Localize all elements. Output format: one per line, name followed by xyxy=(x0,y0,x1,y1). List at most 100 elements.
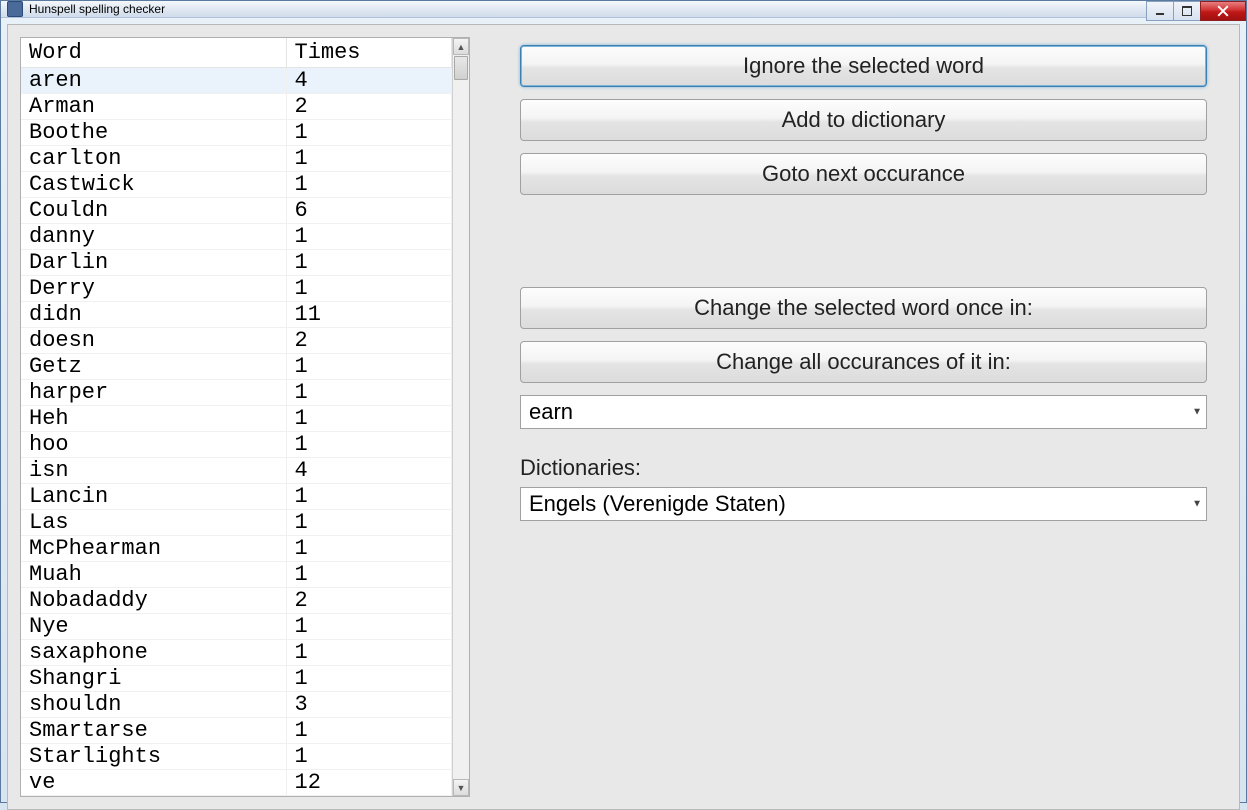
word-table[interactable]: Word Times aren4Arman2Boothe1carlton1Cas… xyxy=(21,38,452,796)
table-row[interactable]: Las1 xyxy=(21,510,452,536)
scroll-up-button[interactable]: ▲ xyxy=(453,38,469,55)
cell-times: 1 xyxy=(286,718,452,744)
table-row[interactable]: shouldn3 xyxy=(21,692,452,718)
close-icon xyxy=(1217,5,1229,17)
cell-word: Arman xyxy=(21,94,286,120)
cell-word: doesn xyxy=(21,328,286,354)
window-controls xyxy=(1147,1,1246,21)
table-row[interactable]: Heh1 xyxy=(21,406,452,432)
cell-word: Las xyxy=(21,510,286,536)
change-once-button[interactable]: Change the selected word once in: xyxy=(520,287,1207,329)
cell-times: 1 xyxy=(286,172,452,198)
table-row[interactable]: aren4 xyxy=(21,68,452,94)
dictionaries-label: Dictionaries: xyxy=(520,455,1207,481)
chevron-down-icon: ▼ xyxy=(1192,407,1202,418)
header-word[interactable]: Word xyxy=(21,38,286,68)
cell-word: Muah xyxy=(21,562,286,588)
scroll-down-button[interactable]: ▼ xyxy=(453,779,469,796)
table-row[interactable]: isn4 xyxy=(21,458,452,484)
add-to-dictionary-button[interactable]: Add to dictionary xyxy=(520,99,1207,141)
table-row[interactable]: carlton1 xyxy=(21,146,452,172)
table-row[interactable]: McPhearman1 xyxy=(21,536,452,562)
cell-word: Shangri xyxy=(21,666,286,692)
cell-times: 4 xyxy=(286,68,452,94)
cell-times: 2 xyxy=(286,328,452,354)
cell-word: Smartarse xyxy=(21,718,286,744)
cell-word: didn xyxy=(21,302,286,328)
cell-word: Derry xyxy=(21,276,286,302)
cell-times: 6 xyxy=(286,198,452,224)
cell-word: Couldn xyxy=(21,198,286,224)
table-row[interactable]: Lancin1 xyxy=(21,484,452,510)
table-row[interactable]: hoo1 xyxy=(21,432,452,458)
chevron-down-icon: ▼ xyxy=(1192,499,1202,510)
cell-word: McPhearman xyxy=(21,536,286,562)
table-row[interactable]: doesn2 xyxy=(21,328,452,354)
table-row[interactable]: Starlights1 xyxy=(21,744,452,770)
cell-times: 2 xyxy=(286,94,452,120)
minimize-button[interactable] xyxy=(1146,1,1174,21)
content-area: Word Times aren4Arman2Boothe1carlton1Cas… xyxy=(7,24,1240,810)
cell-times: 1 xyxy=(286,224,452,250)
cell-word: ve xyxy=(21,770,286,796)
actions-panel: Ignore the selected word Add to dictiona… xyxy=(520,37,1227,797)
table-row[interactable]: danny1 xyxy=(21,224,452,250)
close-button[interactable] xyxy=(1200,1,1246,21)
window-title: Hunspell spelling checker xyxy=(29,2,165,16)
cell-times: 1 xyxy=(286,484,452,510)
change-all-button[interactable]: Change all occurances of it in: xyxy=(520,341,1207,383)
cell-times: 1 xyxy=(286,614,452,640)
suggestion-combobox[interactable]: earn ▼ xyxy=(520,395,1207,429)
table-row[interactable]: Arman2 xyxy=(21,94,452,120)
table-row[interactable]: Getz1 xyxy=(21,354,452,380)
cell-times: 1 xyxy=(286,120,452,146)
cell-times: 1 xyxy=(286,510,452,536)
cell-word: Castwick xyxy=(21,172,286,198)
table-row[interactable]: didn11 xyxy=(21,302,452,328)
table-row[interactable]: ve12 xyxy=(21,770,452,796)
table-row[interactable]: Couldn6 xyxy=(21,198,452,224)
table-row[interactable]: Castwick1 xyxy=(21,172,452,198)
cell-times: 4 xyxy=(286,458,452,484)
cell-times: 2 xyxy=(286,588,452,614)
cell-times: 1 xyxy=(286,380,452,406)
ignore-button[interactable]: Ignore the selected word xyxy=(520,45,1207,87)
vertical-scrollbar[interactable]: ▲ ▼ xyxy=(452,38,469,796)
cell-word: Nye xyxy=(21,614,286,640)
table-row[interactable]: Derry1 xyxy=(21,276,452,302)
table-row[interactable]: saxaphone1 xyxy=(21,640,452,666)
table-row[interactable]: Smartarse1 xyxy=(21,718,452,744)
scroll-thumb[interactable] xyxy=(454,56,468,80)
dictionaries-value: Engels (Verenigde Staten) xyxy=(529,491,786,517)
word-list-panel: Word Times aren4Arman2Boothe1carlton1Cas… xyxy=(20,37,470,797)
table-row[interactable]: Muah1 xyxy=(21,562,452,588)
cell-word: Starlights xyxy=(21,744,286,770)
table-row[interactable]: Darlin1 xyxy=(21,250,452,276)
table-row[interactable]: Nobadaddy2 xyxy=(21,588,452,614)
cell-times: 1 xyxy=(286,146,452,172)
cell-times: 1 xyxy=(286,640,452,666)
cell-word: harper xyxy=(21,380,286,406)
cell-word: danny xyxy=(21,224,286,250)
app-window: Hunspell spelling checker Word Times xyxy=(0,0,1247,803)
table-row[interactable]: harper1 xyxy=(21,380,452,406)
cell-word: Darlin xyxy=(21,250,286,276)
header-times[interactable]: Times xyxy=(286,38,452,68)
table-header-row[interactable]: Word Times xyxy=(21,38,452,68)
goto-next-button[interactable]: Goto next occurance xyxy=(520,153,1207,195)
titlebar[interactable]: Hunspell spelling checker xyxy=(1,1,1246,18)
table-row[interactable]: Boothe1 xyxy=(21,120,452,146)
cell-word: isn xyxy=(21,458,286,484)
cell-word: hoo xyxy=(21,432,286,458)
cell-times: 1 xyxy=(286,562,452,588)
cell-times: 12 xyxy=(286,770,452,796)
maximize-button[interactable] xyxy=(1173,1,1201,21)
cell-word: shouldn xyxy=(21,692,286,718)
dictionaries-combobox[interactable]: Engels (Verenigde Staten) ▼ xyxy=(520,487,1207,521)
table-row[interactable]: Nye1 xyxy=(21,614,452,640)
table-row[interactable]: Shangri1 xyxy=(21,666,452,692)
cell-times: 11 xyxy=(286,302,452,328)
spacer xyxy=(520,207,1207,287)
cell-word: aren xyxy=(21,68,286,94)
cell-times: 1 xyxy=(286,666,452,692)
